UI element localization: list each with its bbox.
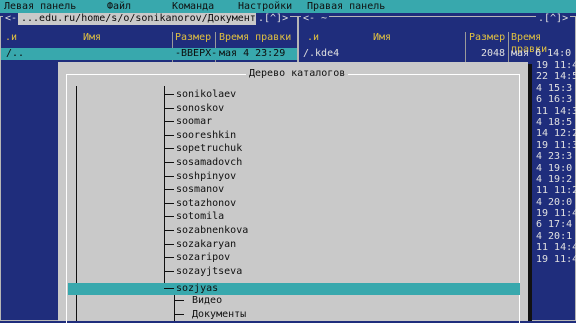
right-column-headers: .и Имя Размер Время правки — [299, 32, 575, 55]
left-history-back[interactable]: <- — [3, 13, 20, 25]
left-history-forward[interactable]: .[^]> — [256, 13, 291, 25]
menu-command[interactable]: Команда — [172, 1, 214, 12]
file-mtime: мая 6 14:0 — [511, 48, 572, 59]
file-name: /.kde4 — [303, 48, 340, 59]
right-history-back[interactable]: <- ~ — [301, 13, 330, 25]
menu-settings[interactable]: Настройки — [238, 1, 292, 12]
right-sort-indicator[interactable]: .и — [307, 32, 319, 44]
time-cell: 14 12:2 — [536, 128, 576, 140]
right-col-size[interactable]: Размер — [469, 32, 505, 44]
time-cell: 6 16:3 — [536, 94, 573, 106]
file-mtime: мая 4 23:29 — [219, 48, 286, 59]
directory-tree-dialog[interactable]: Дерево каталогов sonikolaev sonoskov soo… — [58, 62, 528, 323]
left-column-headers: .и Имя Размер Время правки — [1, 32, 297, 44]
time-cell: 4 23:3 — [536, 151, 573, 163]
menu-right-panel[interactable]: Правая панель — [307, 1, 385, 12]
time-cell: 4 18:5 — [536, 116, 573, 128]
menu-bar: Левая панель Файл Команда Настройки Прав… — [0, 0, 576, 13]
file-size: 2048 — [481, 48, 506, 59]
time-cell: 4 19:2 — [536, 173, 573, 185]
time-cell: 4 20:0 — [536, 196, 573, 208]
time-cell: 11 11:2 — [536, 185, 576, 197]
time-cell: 19 11:4 — [536, 253, 576, 265]
left-col-size[interactable]: Размер — [175, 32, 211, 44]
left-col-mtime[interactable]: Время правки — [219, 32, 291, 44]
tree-selection-bar — [68, 283, 520, 295]
time-cell: 4 19:0 — [536, 162, 573, 174]
time-cell: 6 17:4 — [536, 219, 573, 231]
time-cell: 11 14:3 — [536, 105, 576, 117]
time-cell: 19 11:4 — [536, 60, 576, 71]
time-cell: 22 14:5 — [536, 71, 576, 83]
time-cell: 19 11:3 — [536, 139, 576, 151]
menu-file[interactable]: Файл — [107, 1, 131, 12]
file-row-up[interactable]: /.. -ВВЕРХ- мая 4 23:29 — [1, 48, 297, 60]
tree-line — [174, 294, 175, 321]
left-sort-indicator[interactable]: .и — [5, 32, 17, 44]
left-col-name[interactable]: Имя — [83, 32, 101, 44]
time-cell: 4 20:1 — [536, 230, 573, 242]
time-cell: 11 14:4 — [536, 242, 576, 254]
menu-left-panel[interactable]: Левая панель — [4, 1, 76, 12]
time-cell: 19 11:4 — [536, 208, 576, 220]
file-row-kde4[interactable]: /.kde4 2048 мая 6 14:0 — [299, 48, 575, 60]
right-col-name[interactable]: Имя — [373, 32, 391, 44]
left-panel-path[interactable]: ...edu.ru/home/s/o/sonikanorov/Документы — [18, 13, 265, 25]
right-history-forward[interactable]: .[^]> — [536, 13, 571, 25]
dialog-title: Дерево каталогов — [246, 68, 349, 80]
file-name: /.. — [6, 48, 25, 59]
right-time-column: 19 11:4 22 14:5 4 15:3 6 16:3 11 14:3 4 … — [536, 60, 576, 265]
time-cell: 4 15:3 — [536, 82, 573, 94]
file-size: -ВВЕРХ- — [175, 48, 218, 59]
